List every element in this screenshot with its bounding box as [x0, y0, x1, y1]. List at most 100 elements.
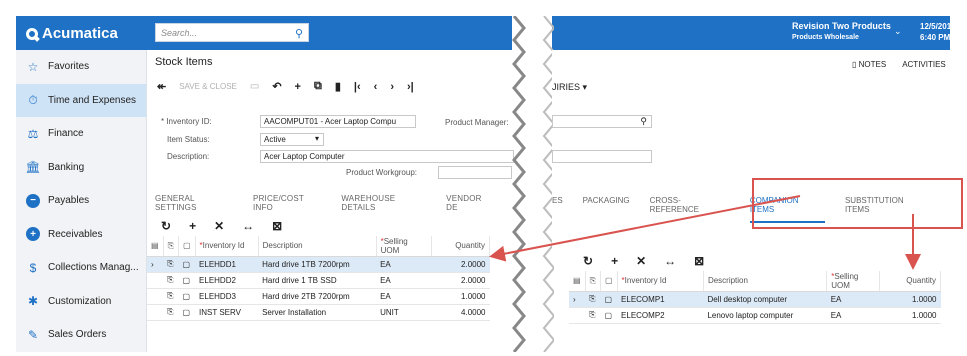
save-close-button[interactable]: SAVE & CLOSE: [179, 82, 237, 91]
sidebar-item-finance[interactable]: ⚖ Finance: [16, 117, 146, 151]
cell-inventory-id[interactable]: ELEHDD1: [195, 256, 259, 273]
column-quantity[interactable]: Quantity: [879, 271, 942, 292]
note-icon[interactable]: ▢: [178, 304, 196, 321]
last-record-icon[interactable]: ›|: [407, 81, 414, 93]
attachment-icon[interactable]: ⎘: [163, 272, 179, 289]
cell-uom[interactable]: EA: [376, 256, 432, 273]
cell-inventory-id[interactable]: ELECOMP2: [617, 307, 704, 324]
tab-packaging[interactable]: PACKAGING: [583, 196, 630, 223]
acumatica-logo[interactable]: Acumatica: [26, 25, 118, 42]
attachment-icon[interactable]: ⎘: [163, 288, 179, 305]
delete-row-icon[interactable]: ✕: [214, 219, 224, 233]
tab-vendor-details[interactable]: VENDOR DE: [446, 194, 493, 212]
sidebar-item-payables[interactable]: − Payables: [16, 184, 146, 218]
search-icon[interactable]: ⚲: [640, 116, 647, 127]
description-field-cont[interactable]: [552, 150, 652, 163]
inquiries-menu[interactable]: JIRIES ▾: [552, 82, 587, 93]
attachment-icon[interactable]: ⎘: [163, 256, 179, 273]
cell-description[interactable]: Hard drive 2TB 7200rpm: [258, 288, 377, 305]
cell-inventory-id[interactable]: ELECOMP1: [617, 291, 704, 308]
column-description[interactable]: Description: [258, 236, 377, 257]
sidebar-item-time-and-expenses[interactable]: ⏱ Time and Expenses: [16, 83, 146, 117]
refresh-icon[interactable]: ↻: [583, 254, 593, 268]
attachment-icon[interactable]: ⎘: [585, 291, 601, 308]
note-icon[interactable]: ▢: [600, 307, 618, 324]
note-icon[interactable]: ▢: [178, 272, 196, 289]
sidebar-item-customization[interactable]: ✱ Customization: [16, 285, 146, 319]
settings-icon[interactable]: ▤: [147, 236, 164, 257]
cell-inventory-id[interactable]: INST SERV: [195, 304, 259, 321]
tab-price-cost-info[interactable]: PRICE/COST INFO: [253, 194, 322, 212]
tab-attributes[interactable]: ES: [552, 196, 563, 223]
company-selector[interactable]: Revision Two Products Products Wholesale: [792, 21, 891, 43]
chevron-down-icon[interactable]: ⌄: [894, 26, 902, 37]
save-icon[interactable]: ▭: [250, 81, 259, 92]
item-status-select[interactable]: Active ▾: [260, 133, 324, 146]
note-icon[interactable]: ▢: [600, 291, 618, 308]
notes-button[interactable]: ▯ NOTES: [852, 60, 886, 69]
cell-inventory-id[interactable]: ELEHDD3: [195, 288, 259, 305]
sidebar-item-collections[interactable]: $ Collections Manag...: [16, 251, 146, 285]
table-row[interactable]: ⎘ ▢ ELEHDD2 Hard drive 1 TB SSD EA 2.000…: [147, 272, 490, 289]
add-icon[interactable]: +: [295, 81, 301, 93]
delete-icon[interactable]: ▮: [335, 80, 341, 93]
back-icon[interactable]: ↞: [157, 80, 166, 93]
cell-quantity[interactable]: 2.0000: [431, 256, 490, 273]
fit-columns-icon[interactable]: ↔: [664, 254, 676, 268]
attachment-icon[interactable]: ⎘: [585, 307, 601, 324]
sidebar-item-favorites[interactable]: ☆ Favorites: [16, 50, 146, 84]
column-inventory-id[interactable]: *Inventory Id: [195, 236, 259, 257]
add-row-icon[interactable]: +: [189, 219, 196, 233]
column-inventory-id[interactable]: *Inventory Id: [617, 271, 704, 292]
search-input[interactable]: Search... ⚲: [155, 23, 309, 42]
export-icon[interactable]: ⊠: [272, 219, 282, 233]
column-quantity[interactable]: Quantity: [431, 236, 490, 257]
sidebar-item-banking[interactable]: 🏛 Banking: [16, 151, 146, 185]
add-row-icon[interactable]: +: [611, 254, 618, 268]
cell-description[interactable]: Dell desktop computer: [703, 291, 827, 308]
note-icon[interactable]: ▢: [178, 256, 196, 273]
delete-row-icon[interactable]: ✕: [636, 254, 646, 268]
table-row[interactable]: ⎘ ▢ ELEHDD3 Hard drive 2TB 7200rpm EA 1.…: [147, 288, 490, 305]
tab-general-settings[interactable]: GENERAL SETTINGS: [155, 194, 234, 212]
cell-quantity[interactable]: 4.0000: [431, 304, 490, 321]
column-description[interactable]: Description: [703, 271, 828, 292]
column-selling-uom[interactable]: *Selling UOM: [376, 236, 433, 257]
table-row[interactable]: ⎘ ▢ ELECOMP2 Lenovo laptop computer EA 1…: [569, 307, 941, 324]
next-record-icon[interactable]: ›: [390, 81, 394, 93]
business-date[interactable]: 12/5/2018 6:40 PM: [920, 21, 956, 43]
table-row[interactable]: › ⎘ ▢ ELEHDD1 Hard drive 1TB 7200rpm EA …: [147, 256, 490, 273]
column-selling-uom[interactable]: *Selling UOM: [826, 271, 880, 292]
settings-icon[interactable]: ▤: [569, 271, 586, 292]
cell-quantity[interactable]: 1.0000: [879, 291, 941, 308]
sidebar-item-receivables[interactable]: + Receivables: [16, 218, 146, 252]
note-icon[interactable]: ▢: [178, 288, 196, 305]
cell-description[interactable]: Hard drive 1 TB SSD: [258, 272, 377, 289]
product-workgroup-field[interactable]: [438, 166, 512, 179]
cell-quantity[interactable]: 1.0000: [431, 288, 490, 305]
fit-columns-icon[interactable]: ↔: [242, 219, 254, 233]
previous-record-icon[interactable]: ‹: [374, 81, 378, 93]
first-record-icon[interactable]: |‹: [354, 81, 361, 93]
copy-icon[interactable]: ⧉: [314, 80, 322, 93]
cell-quantity[interactable]: 2.0000: [431, 272, 490, 289]
cell-description[interactable]: Hard drive 1TB 7200rpm: [258, 256, 377, 273]
inventory-id-field[interactable]: AACOMPUT01 - Acer Laptop Compu: [260, 115, 416, 128]
tab-warehouse-details[interactable]: WAREHOUSE DETAILS: [341, 194, 427, 212]
cell-uom[interactable]: EA: [826, 307, 880, 324]
table-row[interactable]: › ⎘ ▢ ELECOMP1 Dell desktop computer EA …: [569, 291, 941, 308]
cell-description[interactable]: Lenovo laptop computer: [703, 307, 827, 324]
cell-uom[interactable]: UNIT: [376, 304, 432, 321]
cell-description[interactable]: Server Installation: [258, 304, 377, 321]
search-icon[interactable]: ⚲: [295, 27, 303, 40]
undo-icon[interactable]: ↶: [272, 80, 281, 93]
cell-quantity[interactable]: 1.0000: [879, 307, 941, 324]
description-field[interactable]: Acer Laptop Computer: [260, 150, 514, 163]
attachment-icon[interactable]: ⎘: [163, 304, 179, 321]
table-row[interactable]: ⎘ ▢ INST SERV Server Installation UNIT 4…: [147, 304, 490, 321]
sidebar-item-sales-orders[interactable]: ✎ Sales Orders: [16, 318, 146, 352]
refresh-icon[interactable]: ↻: [161, 219, 171, 233]
cell-uom[interactable]: EA: [376, 272, 432, 289]
product-manager-field[interactable]: ⚲: [552, 115, 652, 128]
activities-button[interactable]: ACTIVITIES: [902, 60, 946, 69]
